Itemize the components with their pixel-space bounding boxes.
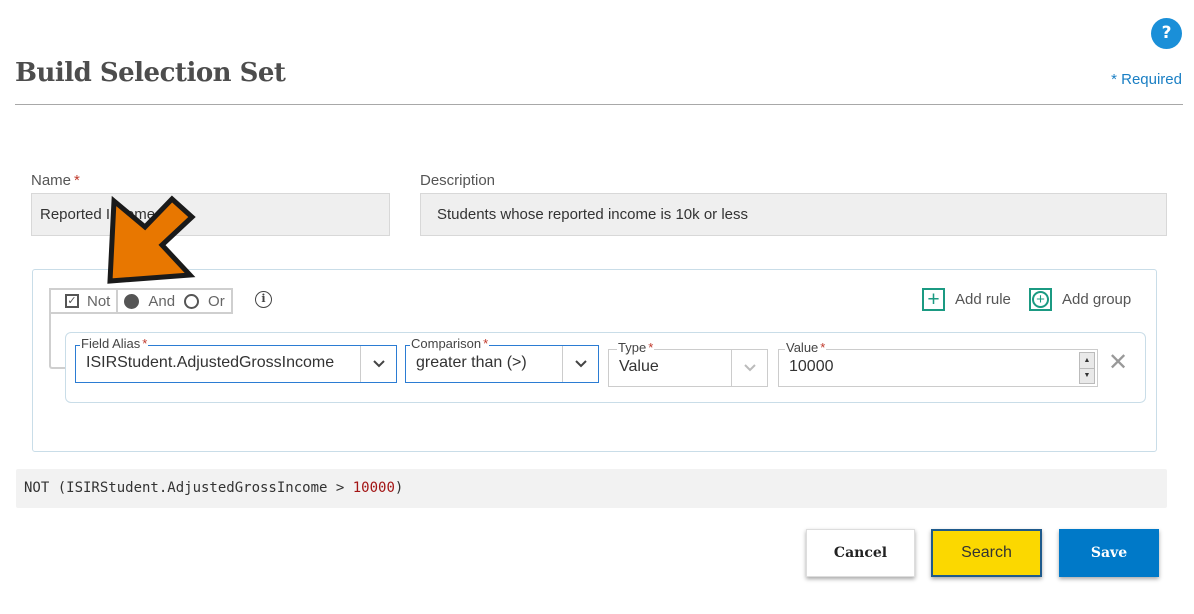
remove-rule-button[interactable]: ✕ <box>1108 348 1129 376</box>
name-label: Name * <box>31 172 80 189</box>
plus-square-icon: + <box>922 288 945 311</box>
spinner-down-icon[interactable]: ▼ <box>1080 367 1094 384</box>
type-select[interactable]: Type * Value <box>608 341 768 387</box>
logic-operator-group: ✓ Not And Or <box>49 288 233 314</box>
description-label: Description <box>420 172 496 189</box>
checkbox-checked-icon[interactable]: ✓ <box>65 294 79 308</box>
info-icon[interactable]: i <box>255 291 272 308</box>
required-note: * Required <box>1111 71 1182 88</box>
title-divider <box>15 104 1183 105</box>
spinner-up-icon[interactable]: ▲ <box>1080 353 1094 368</box>
help-button[interactable]: ? <box>1151 18 1182 49</box>
field-alias-select[interactable]: Field Alias * ISIRStudent.AdjustedGrossIn… <box>75 337 397 383</box>
search-button[interactable]: Search <box>931 529 1042 577</box>
comparison-select[interactable]: Comparison * greater than (>) <box>405 337 599 383</box>
chevron-down-icon[interactable] <box>562 346 598 382</box>
not-toggle[interactable]: ✓ Not <box>51 290 116 312</box>
add-rule-button[interactable]: + Add rule <box>922 288 1011 311</box>
close-icon: ✕ <box>1108 348 1129 376</box>
radio-selected-icon[interactable] <box>124 293 140 309</box>
and-radio[interactable]: And <box>124 293 184 310</box>
chevron-down-icon[interactable] <box>360 346 396 382</box>
query-preview: NOT (ISIRStudent.AdjustedGrossIncome > 1… <box>16 469 1167 508</box>
radio-unselected-icon[interactable] <box>184 293 200 309</box>
number-spinner[interactable]: ▲ ▼ <box>1079 352 1095 384</box>
page-title: Build Selection Set <box>15 58 286 88</box>
chevron-down-icon[interactable] <box>731 350 767 386</box>
plus-circle-icon: + <box>1029 288 1052 311</box>
name-input[interactable]: Reported Income <box>31 193 390 236</box>
save-button[interactable]: Save <box>1059 529 1159 577</box>
or-radio[interactable]: Or <box>184 293 225 310</box>
description-input[interactable]: Students whose reported income is 10k or… <box>420 193 1167 236</box>
required-star: * <box>74 172 80 189</box>
cancel-button[interactable]: Cancel <box>806 529 915 577</box>
add-group-button[interactable]: + Add group <box>1029 288 1131 311</box>
question-icon: ? <box>1161 23 1172 43</box>
value-input[interactable]: Value * 10000 ▲ ▼ <box>778 341 1098 387</box>
